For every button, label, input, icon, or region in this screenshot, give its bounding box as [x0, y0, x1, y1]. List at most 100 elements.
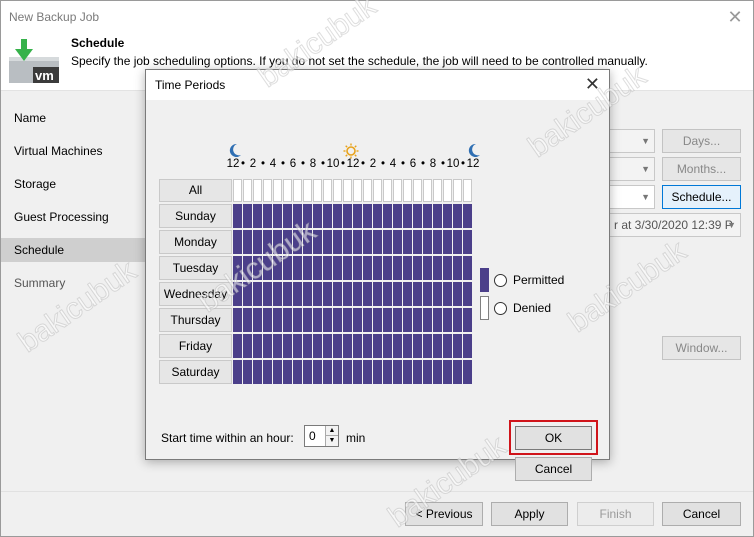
time-cell[interactable] — [293, 334, 302, 358]
time-cell[interactable] — [423, 256, 432, 280]
time-cell[interactable] — [413, 334, 422, 358]
time-cell[interactable] — [453, 256, 462, 280]
time-cell[interactable] — [283, 360, 292, 384]
time-cell[interactable] — [333, 256, 342, 280]
day-button-tuesday[interactable]: Tuesday — [159, 256, 232, 280]
time-cell[interactable] — [303, 308, 312, 332]
time-cell[interactable] — [333, 204, 342, 228]
time-cell[interactable] — [263, 282, 272, 306]
step-virtual-machines[interactable]: Virtual Machines — [1, 139, 151, 163]
time-cell[interactable] — [363, 282, 372, 306]
time-cell[interactable] — [263, 230, 272, 254]
day-button-wednesday[interactable]: Wednesday — [159, 282, 232, 306]
time-cell[interactable] — [233, 308, 242, 332]
time-cell[interactable] — [293, 230, 302, 254]
time-cell[interactable] — [233, 204, 242, 228]
time-cell[interactable] — [403, 308, 412, 332]
time-cell[interactable] — [343, 308, 352, 332]
time-cell[interactable] — [393, 282, 402, 306]
time-period-grid[interactable] — [233, 204, 473, 384]
time-cell[interactable] — [313, 308, 322, 332]
time-cell[interactable] — [413, 282, 422, 306]
time-cell[interactable] — [303, 230, 312, 254]
time-cell[interactable] — [273, 360, 282, 384]
hour-column-header[interactable] — [343, 179, 352, 202]
hour-column-header[interactable] — [463, 179, 472, 202]
time-cell[interactable] — [253, 360, 262, 384]
time-cell[interactable] — [283, 204, 292, 228]
time-cell[interactable] — [453, 334, 462, 358]
time-cell[interactable] — [373, 256, 382, 280]
time-cell[interactable] — [353, 282, 362, 306]
time-cell[interactable] — [383, 256, 392, 280]
time-cell[interactable] — [283, 282, 292, 306]
hour-column-header[interactable] — [233, 179, 242, 202]
hour-column-header[interactable] — [283, 179, 292, 202]
time-cell[interactable] — [323, 308, 332, 332]
time-cell[interactable] — [443, 334, 452, 358]
time-cell[interactable] — [383, 360, 392, 384]
step-name[interactable]: Name — [1, 106, 151, 130]
time-cell[interactable] — [453, 360, 462, 384]
time-cell[interactable] — [453, 230, 462, 254]
time-cell[interactable] — [443, 230, 452, 254]
time-cell[interactable] — [393, 256, 402, 280]
time-cell[interactable] — [253, 334, 262, 358]
time-cell[interactable] — [323, 334, 332, 358]
time-cell[interactable] — [463, 360, 472, 384]
time-cell[interactable] — [343, 360, 352, 384]
time-cell[interactable] — [363, 230, 372, 254]
hour-column-header[interactable] — [333, 179, 342, 202]
time-cell[interactable] — [373, 230, 382, 254]
time-cell[interactable] — [333, 308, 342, 332]
time-cell[interactable] — [263, 204, 272, 228]
time-cell[interactable] — [263, 256, 272, 280]
time-cell[interactable] — [353, 230, 362, 254]
hour-column-header[interactable] — [263, 179, 272, 202]
time-cell[interactable] — [353, 256, 362, 280]
hour-column-header[interactable] — [273, 179, 282, 202]
time-cell[interactable] — [303, 204, 312, 228]
time-cell[interactable] — [443, 256, 452, 280]
months-button[interactable]: Months... — [662, 157, 741, 181]
time-cell[interactable] — [333, 360, 342, 384]
time-cell[interactable] — [433, 204, 442, 228]
time-cell[interactable] — [303, 256, 312, 280]
permitted-radio[interactable] — [494, 274, 507, 287]
hour-column-header[interactable] — [373, 179, 382, 202]
time-cell[interactable] — [453, 282, 462, 306]
time-cell[interactable] — [463, 256, 472, 280]
time-cell[interactable] — [463, 308, 472, 332]
time-cell[interactable] — [463, 230, 472, 254]
time-cell[interactable] — [293, 360, 302, 384]
time-cell[interactable] — [253, 230, 262, 254]
time-cell[interactable] — [313, 282, 322, 306]
time-cell[interactable] — [313, 204, 322, 228]
time-cell[interactable] — [343, 204, 352, 228]
time-cell[interactable] — [253, 308, 262, 332]
time-cell[interactable] — [233, 282, 242, 306]
time-cell[interactable] — [273, 334, 282, 358]
hour-column-header[interactable] — [443, 179, 452, 202]
time-cell[interactable] — [243, 360, 252, 384]
periodic-combo[interactable]: ▼ — [609, 185, 655, 209]
apply-button[interactable]: Apply — [491, 502, 568, 526]
time-cell[interactable] — [393, 204, 402, 228]
day-button-friday[interactable]: Friday — [159, 334, 232, 358]
monthly-combo[interactable]: ▼ — [609, 157, 655, 181]
day-button-saturday[interactable]: Saturday — [159, 360, 232, 384]
time-cell[interactable] — [233, 334, 242, 358]
hour-column-header[interactable] — [313, 179, 322, 202]
time-cell[interactable] — [343, 230, 352, 254]
time-cell[interactable] — [333, 282, 342, 306]
time-cell[interactable] — [373, 282, 382, 306]
time-cell[interactable] — [463, 334, 472, 358]
time-cell[interactable] — [273, 204, 282, 228]
hour-column-header[interactable] — [413, 179, 422, 202]
time-cell[interactable] — [313, 230, 322, 254]
time-cell[interactable] — [423, 230, 432, 254]
time-cell[interactable] — [293, 256, 302, 280]
time-cell[interactable] — [463, 282, 472, 306]
time-cell[interactable] — [273, 256, 282, 280]
time-cell[interactable] — [393, 360, 402, 384]
